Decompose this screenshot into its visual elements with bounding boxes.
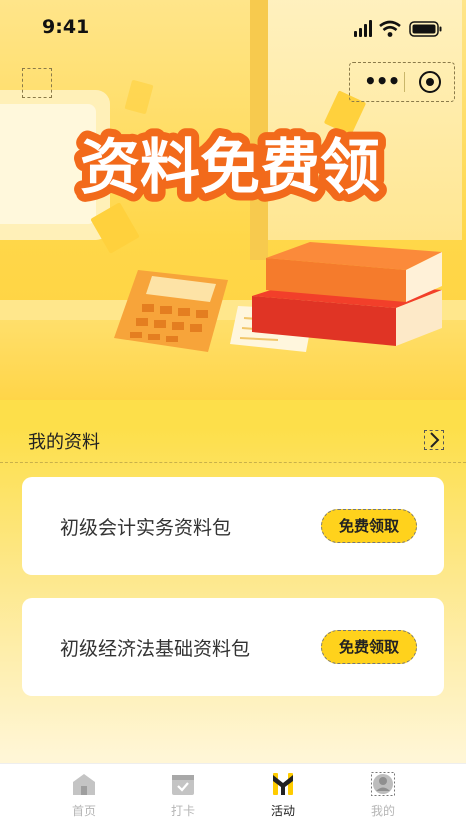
calculator-illustration — [114, 270, 228, 352]
tab-activity[interactable]: 活动 — [225, 764, 341, 823]
material-card: 初级会计实务资料包 免费领取 — [22, 477, 444, 575]
material-card: 初级经济法基础资料包 免费领取 — [22, 598, 444, 696]
capsule-divider — [404, 72, 405, 92]
flying-paper — [124, 79, 154, 115]
close-program-icon[interactable] — [419, 71, 441, 93]
more-icon[interactable]: ••• — [364, 69, 400, 93]
tab-label: 我的 — [370, 804, 395, 818]
tab-profile[interactable]: 我的 — [325, 764, 441, 823]
home-icon — [73, 774, 95, 795]
status-bar: 9:41 — [0, 0, 466, 56]
claim-free-button[interactable]: 免费领取 — [321, 630, 417, 664]
hero-banner: 资料免费领 — [0, 0, 466, 400]
mini-program-capsule: ••• — [349, 62, 455, 102]
tab-label: 活动 — [270, 804, 295, 818]
activity-icon — [273, 773, 293, 795]
claim-free-button[interactable]: 免费领取 — [321, 509, 417, 543]
my-materials-header[interactable]: 我的资料 — [0, 418, 466, 463]
tab-label: 打卡 — [170, 804, 195, 818]
section-title: 我的资料 — [28, 432, 100, 453]
battery-icon — [409, 21, 442, 37]
checkin-icon — [172, 775, 194, 795]
signal-icon — [354, 20, 372, 37]
material-title: 初级经济法基础资料包 — [60, 638, 251, 660]
hero-title: 资料免费领 — [80, 133, 380, 203]
wifi-icon — [379, 20, 401, 37]
status-time: 9:41 — [42, 16, 90, 38]
chevron-right-icon[interactable] — [424, 430, 444, 450]
status-icons — [354, 20, 442, 37]
tab-checkin[interactable]: 打卡 — [125, 764, 241, 823]
profile-icon — [371, 772, 395, 796]
books-illustration — [252, 242, 442, 346]
back-button[interactable] — [22, 68, 52, 98]
page: 资料免费领 9:41 ••• 我的资料 初级会计实务资料包 免费领取 初级经济法… — [0, 0, 466, 823]
hero-title-graphic: 资料免费领 — [72, 125, 388, 211]
material-title: 初级会计实务资料包 — [60, 517, 232, 539]
tab-bar: 首页 打卡 活动 我的 — [0, 763, 466, 823]
